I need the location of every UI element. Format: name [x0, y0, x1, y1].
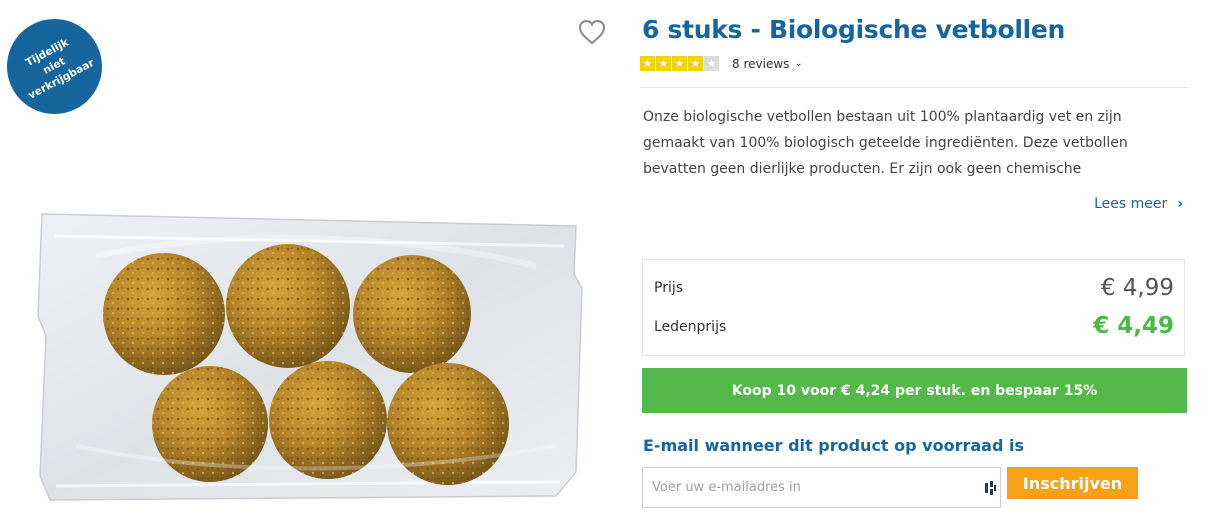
read-more-label: Lees meer — [1094, 196, 1168, 212]
product-title: 6 stuks - Biologische vetbollen — [642, 15, 1066, 44]
star-icon: ★ — [704, 56, 719, 71]
bulk-offer-banner[interactable]: Koop 10 voor € 4,24 per stuk. en bespaar… — [642, 368, 1187, 413]
product-photo — [37, 213, 583, 501]
price-box: Prijs € 4,99 Ledenprijs € 4,49 — [642, 259, 1185, 356]
regular-price-label: Prijs — [654, 280, 684, 296]
badge-text: Tijdelijk niet verkrijgbaar — [23, 36, 97, 102]
star-icon: ★ — [688, 56, 703, 71]
star-icon: ★ — [656, 56, 671, 71]
read-more-link[interactable]: Lees meer › — [1094, 196, 1183, 212]
subscribe-button[interactable]: Inschrijven — [1007, 467, 1138, 499]
regular-price: € 4,99 — [1100, 275, 1174, 301]
email-field[interactable] — [642, 467, 1001, 508]
product-description: Onze biologische vetbollen bestaan uit 1… — [643, 109, 1128, 177]
star-icon: ★ — [640, 56, 655, 71]
unavailable-badge: Tijdelijk niet verkrijgbaar — [7, 19, 102, 114]
divider — [640, 87, 1187, 88]
product-image-area: Tijdelijk niet verkrijgbaar — [0, 0, 620, 522]
rating-row: ★ ★ ★ ★ ★ 8 reviews ⌄ — [640, 56, 803, 71]
star-rating: ★ ★ ★ ★ ★ — [640, 56, 719, 71]
fat-balls — [103, 244, 509, 485]
favorite-button[interactable] — [577, 18, 607, 46]
stock-notify-heading: E-mail wanneer dit product op voorraad i… — [643, 436, 1024, 455]
reviews-count: 8 reviews — [732, 56, 790, 71]
autofill-icon — [985, 481, 996, 495]
reviews-toggle[interactable]: 8 reviews ⌄ — [732, 57, 803, 71]
chevron-right-icon: › — [1177, 196, 1183, 212]
star-icon: ★ — [672, 56, 687, 71]
heart-outline-icon — [578, 19, 606, 45]
member-price-label: Ledenprijs — [654, 319, 727, 335]
member-price: € 4,49 — [1093, 313, 1174, 339]
chevron-down-icon: ⌄ — [794, 58, 803, 69]
